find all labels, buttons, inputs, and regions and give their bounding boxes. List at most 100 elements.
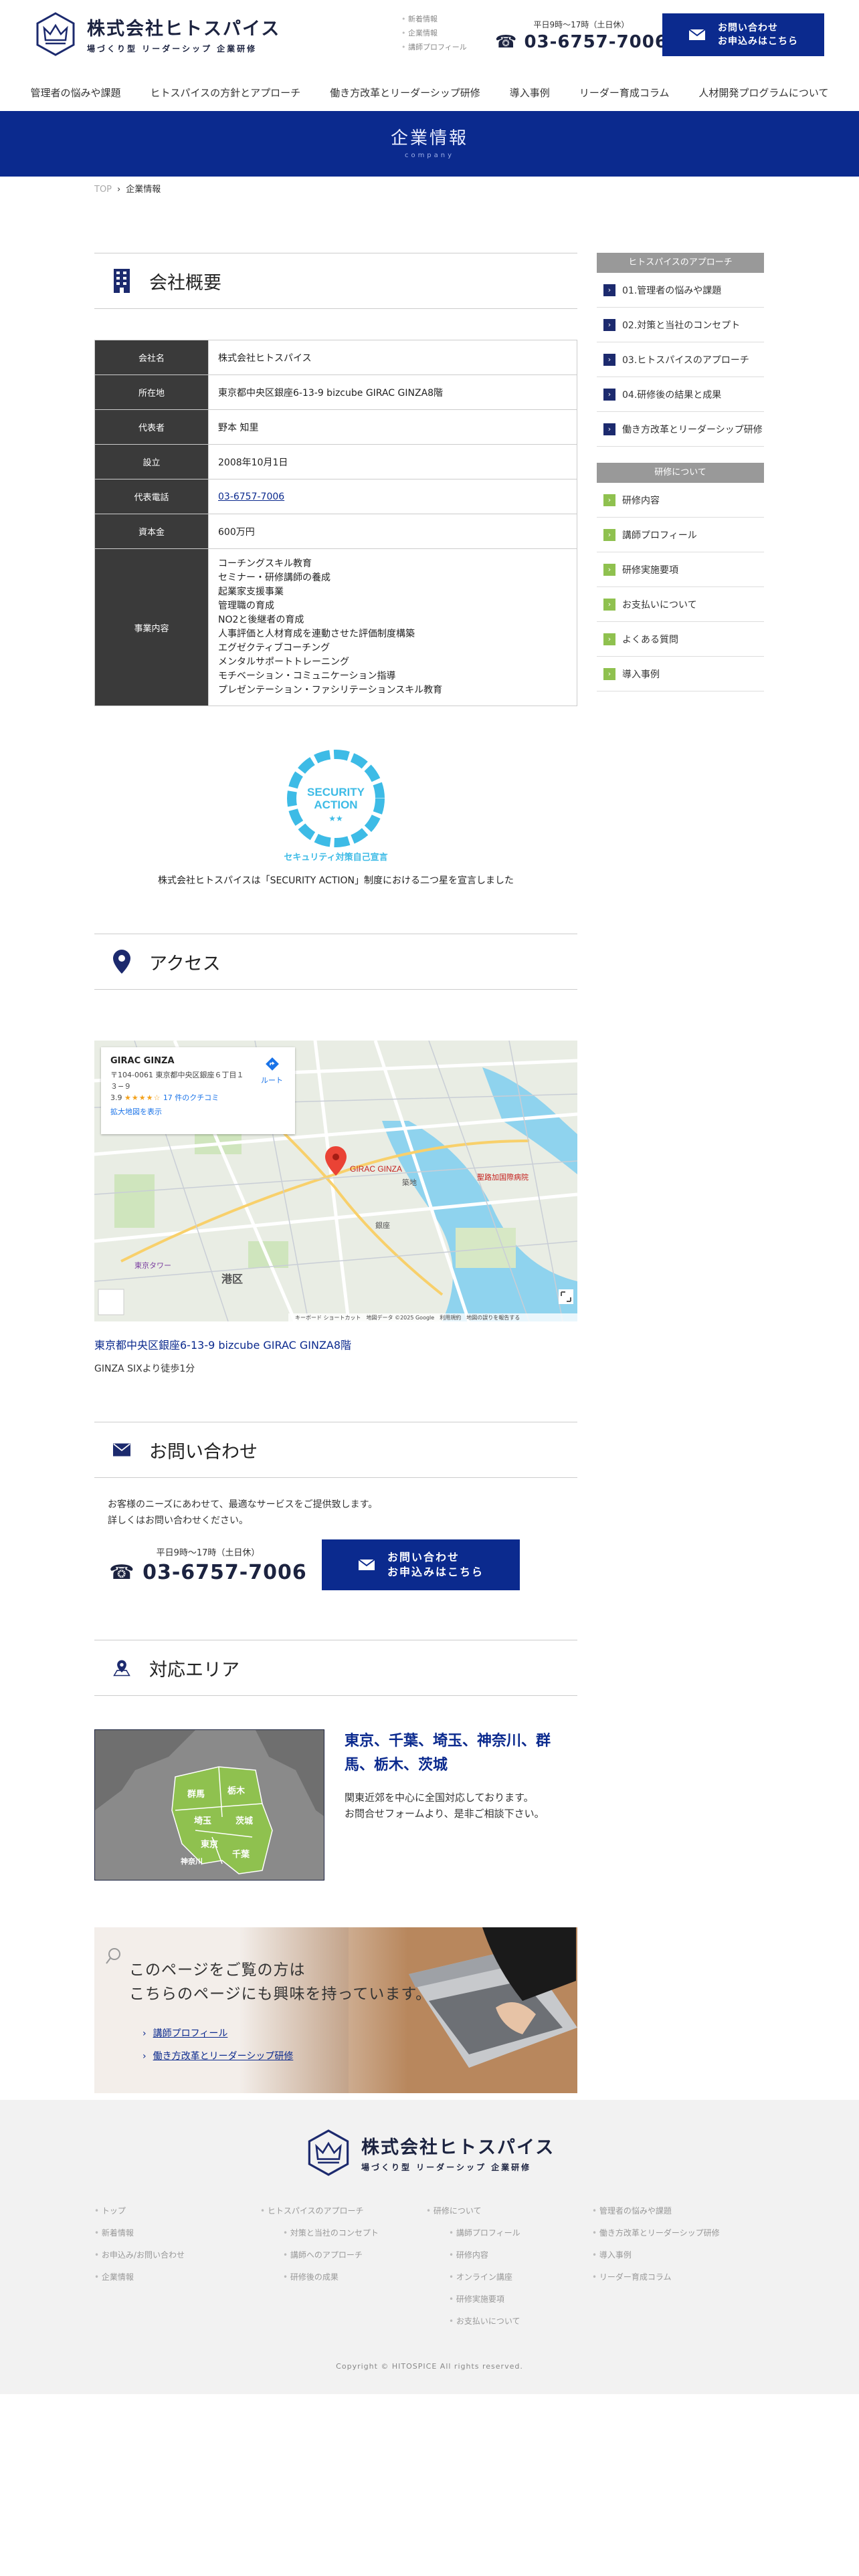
map-route-button[interactable]: ルート [261,1057,283,1086]
footer-link[interactable]: 働き方改革とリーダーシップ研修 [592,2222,758,2244]
chevron-right-icon: › [603,353,615,366]
contact-cta-line1: お問い合わせ [387,1551,460,1564]
row-value: 株式会社ヒトスパイス [208,340,577,375]
sidebar-item-approach[interactable]: › 03.ヒトスパイスのアプローチ [597,342,764,377]
contact-tel-number[interactable]: ☎ 03-6757-7006 [94,1561,322,1584]
footer-logo[interactable]: 株式会社ヒトスパイス 場づくり型 リーダーシップ 企業研修 [305,2129,555,2176]
row-value: 野本 知里 [208,409,577,445]
utility-link-company[interactable]: 企業情報 [401,26,467,40]
logo-tagline: 場づくり型 リーダーシップ 企業研修 [87,44,258,53]
utility-links: 新着情報 企業情報 講師プロフィール [401,12,467,54]
building-icon [113,269,130,293]
footer-link[interactable]: お支払いについて [426,2311,592,2333]
row-label: 事業内容 [94,548,209,706]
nav-workstyle[interactable]: 働き方改革とリーダーシップ研修 [315,86,495,100]
area-text-line2: お問合せフォームより、是非ご相談下さい。 [345,1808,545,1820]
footer-link[interactable]: 企業情報 [94,2266,260,2288]
page-subtitle: company [404,152,455,159]
page-title: 企業情報 [390,128,468,148]
nav-column[interactable]: リーダー育成コラム [565,86,684,100]
sidebar-item-label: 01.管理者の悩みや課題 [622,285,722,296]
sidebar-item-label: 03.ヒトスパイスのアプローチ [622,354,749,366]
map-label: 築地 [402,1178,417,1187]
sidebar-item-label: 研修実施要項 [622,564,678,576]
kanto-map-graphic: 群馬 栃木 埼玉 茨城 東京 神奈川 千葉 [95,1730,324,1880]
footer-link[interactable]: お申込み/お問い合わせ [94,2244,260,2266]
header-contact-button[interactable]: お問い合わせ お申込みはこちら [662,13,824,56]
nav-issues[interactable]: 管理者の悩みや課題 [16,86,136,100]
sidebar-item-faq[interactable]: › よくある質問 [597,622,764,657]
business-item: 人事評価と人材育成を連動させた評価制度構築 [218,629,415,639]
area-map-icon [113,1656,130,1680]
nav-approach[interactable]: ヒトスパイスの方針とアプローチ [136,86,316,100]
row-label: 設立 [94,444,209,479]
footer-link[interactable]: 研修実施要項 [426,2288,592,2311]
map-pin-icon [113,950,130,974]
header-tel-number[interactable]: ☎ 03-6757-7006 [495,32,668,52]
access-title: アクセス [149,953,221,974]
footer-link[interactable]: 導入事例 [592,2244,758,2266]
footer-link[interactable]: トップ [94,2200,260,2222]
related-title-line1: このページをご覧の方は [129,1961,306,1979]
footer-column: トップ 新着情報 お申込み/お問い合わせ 企業情報 [94,2200,260,2333]
row-value: 2008年10月1日 [208,444,577,479]
phone-link[interactable]: 03-6757-7006 [218,492,284,502]
contact-section: お問い合わせ お客様のニーズにあわせて、最適なサービスをご提供致します。 詳しく… [94,1422,577,1590]
footer-link[interactable]: 対策と当社のコンセプト [260,2222,426,2244]
chevron-right-icon: › [603,388,615,401]
utility-link-news[interactable]: 新着情報 [401,12,467,26]
map-label: 東京タワー [134,1261,171,1270]
map-stars: ★★★★☆ [124,1093,161,1102]
sidebar-item-content[interactable]: › 研修内容 [597,483,764,518]
google-map[interactable]: GIRAC GINZA 港区 築地 銀座 東京タワー 聖路加国際病院 キーボード… [94,1041,577,1321]
sidebar-item-payment[interactable]: › お支払いについて [597,587,764,622]
footer-link[interactable]: 講師プロフィール [426,2222,592,2244]
kanto-map: 群馬 栃木 埼玉 茨城 東京 神奈川 千葉 [94,1729,324,1881]
footer-link[interactable]: 研修後の成果 [260,2266,426,2288]
access-address: 東京都中央区銀座6-13-9 bizcube GIRAC GINZA8階 [94,1339,352,1352]
sidebar-item-concept[interactable]: › 02.対策と当社のコンセプト [597,308,764,342]
site-header: 株式会社ヒトスパイス 場づくり型 リーダーシップ 企業研修 新着情報 企業情報 … [0,0,859,67]
footer-link[interactable]: 管理者の悩みや課題 [592,2200,758,2222]
related-link-workstyle[interactable]: 働き方改革とリーダーシップ研修 [142,2049,294,2062]
sidebar-item-profile[interactable]: › 講師プロフィール [597,518,764,552]
nav-cases[interactable]: 導入事例 [495,86,565,100]
utility-link-profile[interactable]: 講師プロフィール [401,40,467,54]
footer-link[interactable]: 新着情報 [94,2222,260,2244]
chevron-right-icon: › [603,563,615,576]
service-area-section: 対応エリア 群馬 栃木 埼玉 茨城 東京 神奈川 千葉 東京、千葉、埼玉、神奈川… [94,1640,577,1881]
area-pref-label: 群馬 [187,1789,205,1800]
crown-logo-icon [36,12,75,56]
site-logo[interactable]: 株式会社ヒトスパイス 場づくり型 リーダーシップ 企業研修 [33,12,280,56]
sidebar-item-issues[interactable]: › 01.管理者の悩みや課題 [597,273,764,308]
footer-link[interactable]: リーダー育成コラム [592,2266,758,2288]
breadcrumb-separator: › [117,185,121,195]
breadcrumb-top[interactable]: TOP [94,185,112,195]
footer-link[interactable]: ヒトスパイスのアプローチ [260,2200,426,2222]
sidebar-item-cases[interactable]: › 導入事例 [597,657,764,691]
sidebar-group-title: 研修について [597,463,764,483]
table-row: 所在地 東京都中央区銀座6-13-9 bizcube GIRAC GINZA8階 [94,374,577,410]
map-reviews[interactable]: 17 件のクチコミ [163,1093,219,1102]
contact-actions: 平日9時〜17時（土日休） ☎ 03-6757-7006 お問い合わせ お申込みは… [94,1539,577,1590]
sidebar-item-results[interactable]: › 04.研修後の結果と成果 [597,377,764,412]
sidebar-item-workstyle[interactable]: › 働き方改革とリーダーシップ研修 [597,412,764,447]
badge-line2: ACTION [314,798,357,811]
copyright: Copyright © HITOSPICE All rights reserve… [336,2362,523,2371]
footer-link[interactable]: 研修内容 [426,2244,592,2266]
map-pin-label: GIRAC GINZA [350,1164,402,1174]
logo-name: 株式会社ヒトスパイス [87,19,281,39]
contact-hours: 平日9時〜17時（土日休） [156,1548,260,1558]
footer-link[interactable]: オンライン講座 [426,2266,592,2288]
breadcrumb-current: 企業情報 [126,185,161,195]
nav-program[interactable]: 人材開発プログラムについて [684,86,843,100]
related-link-profile[interactable]: 講師プロフィール [142,2026,293,2040]
contact-button[interactable]: お問い合わせ お申込みはこちら [322,1539,520,1590]
sidebar-item-guidelines[interactable]: › 研修実施要項 [597,552,764,587]
map-enlarge-link[interactable]: 拡大地図を表示 [110,1106,286,1117]
mail-icon [358,1559,375,1570]
footer-column: 管理者の悩みや課題 働き方改革とリーダーシップ研修 導入事例 リーダー育成コラム [592,2200,758,2333]
footer-link[interactable]: 講師へのアプローチ [260,2244,426,2266]
map-label: 銀座 [375,1220,390,1230]
footer-link[interactable]: 研修について [426,2200,592,2222]
